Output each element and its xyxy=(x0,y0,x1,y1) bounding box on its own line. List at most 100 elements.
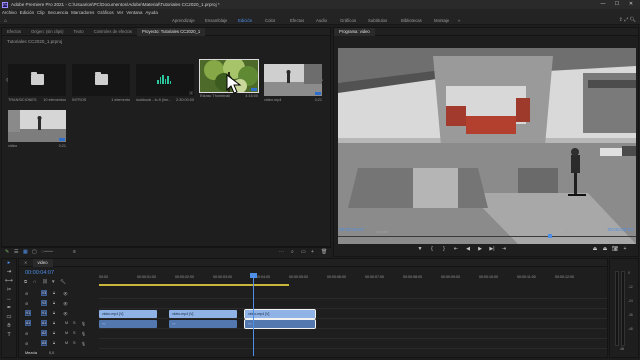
menu-clip[interactable]: Clip xyxy=(37,10,45,15)
resolution-select[interactable]: 1/1 xyxy=(566,229,572,234)
mute-button[interactable]: M xyxy=(65,331,68,335)
timeline-clip-audio[interactable]: 〰 xyxy=(169,320,237,328)
project-item-thumbnail-selected[interactable]: Estasc Thumbnail 4:16:00 xyxy=(199,59,259,98)
toggle-sync-lock-icon[interactable]: ⊘ xyxy=(25,301,28,306)
menu-ventana[interactable]: Ventana xyxy=(126,10,142,15)
type-tool-icon[interactable]: T xyxy=(2,331,16,340)
project-item-video-mp4[interactable]: video.mp4 3:21 xyxy=(264,64,322,102)
track-lane-v3[interactable] xyxy=(99,289,607,299)
rectangle-tool-icon[interactable]: ▭ xyxy=(2,313,16,322)
project-item-intros[interactable]: INTROS 1 elemento xyxy=(72,64,130,102)
eye-icon[interactable]: 👁︎ xyxy=(63,311,68,316)
tab-origen[interactable]: Origen: (sin clips) xyxy=(26,29,69,34)
automate-icon[interactable]: ⋯ xyxy=(279,249,284,255)
mute-button[interactable]: M xyxy=(65,341,68,345)
ripple-edit-tool-icon[interactable]: ⟷ xyxy=(2,277,16,286)
work-area-bar[interactable] xyxy=(99,284,289,286)
lock-icon[interactable]: 🔒︎ xyxy=(53,341,55,345)
go-to-out-button[interactable]: ⇥ xyxy=(498,246,510,252)
minimize-button[interactable]: — xyxy=(596,0,610,9)
timeline-close-icon[interactable]: ✕ xyxy=(19,260,33,265)
lock-icon[interactable]: 🔒︎ xyxy=(53,321,55,325)
mic-icon[interactable]: 🎙︎ xyxy=(81,341,86,346)
freeform-view-icon[interactable]: ▢ xyxy=(32,249,37,255)
track-lane-v2[interactable] xyxy=(99,299,607,309)
mark-in-button[interactable]: { xyxy=(426,246,438,252)
menu-marcadores[interactable]: Marcadores xyxy=(71,10,94,15)
toggle-sync-lock-icon[interactable]: ⊘ xyxy=(25,291,28,296)
tab-sequence-video[interactable]: video xyxy=(32,258,53,267)
project-item-transiciones[interactable]: TRANSICIONES 10 elementos xyxy=(8,64,66,102)
razor-tool-icon[interactable]: ✂ xyxy=(2,286,16,295)
step-forward-button[interactable]: ▶| xyxy=(486,246,498,252)
source-patch-v1[interactable]: V1 xyxy=(25,310,31,316)
workspace-subtitulos[interactable]: Subtítulos xyxy=(368,18,387,23)
tab-proyecto[interactable]: Proyecto: Tutoriales CC2020_1 xyxy=(136,27,206,36)
menu-secuencia[interactable]: Secuencia xyxy=(48,10,69,15)
hand-tool-icon[interactable]: ✋︎ xyxy=(2,322,16,331)
slip-tool-icon[interactable]: ↔ xyxy=(2,295,16,304)
track-lane-a3[interactable] xyxy=(99,339,607,349)
menu-ver[interactable]: Ver xyxy=(117,10,124,15)
fit-select[interactable]: Ajustar xyxy=(376,229,388,234)
toggle-sync-lock-icon[interactable]: ⊘ xyxy=(25,331,28,336)
lock-icon[interactable]: 🔒︎ xyxy=(53,331,55,335)
lock-icon[interactable]: 🔒︎ xyxy=(53,301,55,305)
mute-button[interactable]: M xyxy=(65,321,68,325)
timeline-playhead[interactable] xyxy=(250,273,257,356)
camera-icon[interactable]: 📷︎ xyxy=(610,246,620,252)
tab-texto[interactable]: Texto xyxy=(69,29,89,34)
step-back-button[interactable]: ◀ xyxy=(462,246,474,252)
new-item-icon[interactable]: + xyxy=(311,249,314,255)
trash-icon[interactable]: 🗑︎ xyxy=(321,249,327,255)
solo-button[interactable]: S xyxy=(73,321,76,325)
tab-programa[interactable]: Programa: video xyxy=(334,27,375,36)
program-scrub-bar[interactable] xyxy=(338,236,636,240)
selection-tool-icon[interactable]: ▸ xyxy=(2,259,16,268)
mix-value[interactable]: 0,0 xyxy=(49,351,54,355)
workspace-graficos[interactable]: Gráficos xyxy=(340,18,356,23)
mic-icon[interactable]: 🎙︎ xyxy=(81,321,86,326)
track-target-v1[interactable]: V1 xyxy=(41,310,47,316)
add-marker-button[interactable]: ▼ xyxy=(414,246,426,252)
home-icon[interactable]: ⌂ xyxy=(4,18,7,24)
workspace-bibliotecas[interactable]: Bibliotecas xyxy=(401,18,422,23)
workspaces-more-icon[interactable]: » xyxy=(458,18,460,23)
tab-controles-efectos[interactable]: Controles de efectos xyxy=(89,29,137,34)
timeline-timecode[interactable]: 00:00:04:07 xyxy=(25,270,54,276)
share-icon[interactable]: ⇪ ⤢ 🔍︎ xyxy=(619,17,636,23)
pen-tool-icon[interactable]: ✒ xyxy=(2,304,16,313)
program-timecode-current[interactable]: 00:00:04:07 xyxy=(339,228,364,233)
snap-icon[interactable]: ∩ xyxy=(33,279,42,285)
lift-icon[interactable]: ⏏ xyxy=(590,246,600,252)
sort-icon[interactable]: ≡ xyxy=(73,249,76,255)
new-bin-icon[interactable]: ▭ xyxy=(301,249,306,255)
program-video-frame[interactable] xyxy=(338,48,636,244)
mic-icon[interactable]: 🎙︎ xyxy=(81,331,86,336)
nest-icon[interactable]: ⧉ xyxy=(24,279,33,285)
linked-selection-icon[interactable]: ⛓︎ xyxy=(42,279,51,285)
workspace-montaje[interactable]: Montaje xyxy=(434,18,449,23)
lock-icon[interactable]: 🔒︎ xyxy=(53,291,55,295)
add-marker-icon[interactable]: ▼ xyxy=(51,279,60,285)
source-patch-a1[interactable]: A1 xyxy=(25,320,31,326)
track-lane-a2[interactable] xyxy=(99,329,607,339)
timeline-clip-video-selected[interactable]: video.mp4 [V] xyxy=(244,309,316,319)
workspace-audio[interactable]: Audio xyxy=(316,18,327,23)
go-to-in-button[interactable]: ⇤ xyxy=(450,246,462,252)
workspace-efectos[interactable]: Efectos xyxy=(290,18,304,23)
track-select-tool-icon[interactable]: ⇥ xyxy=(2,268,16,277)
timeline-clip-video[interactable]: video.mp4 [V] xyxy=(169,310,237,318)
track-target-v3[interactable]: V3 xyxy=(41,290,47,296)
menu-archivo[interactable]: Archivo xyxy=(2,10,17,15)
project-item-video[interactable]: video 3:21 xyxy=(8,110,66,148)
find-icon[interactable]: ⌕ xyxy=(291,249,294,255)
extract-icon[interactable]: ⏏ xyxy=(600,246,610,252)
pen-icon[interactable]: ✎ xyxy=(5,249,9,255)
mark-out-button[interactable]: } xyxy=(438,246,450,252)
eye-icon[interactable]: 👁︎ xyxy=(63,291,68,296)
track-target-a2[interactable]: A2 xyxy=(41,330,47,336)
timeline-clip-audio[interactable]: 〰 xyxy=(99,320,157,328)
track-lane-a1[interactable]: 〰 〰 〰 xyxy=(99,319,607,329)
project-item-audio[interactable]: ♪ lookbook - lo-fi (lim... 2:30:00:00 xyxy=(136,64,194,102)
